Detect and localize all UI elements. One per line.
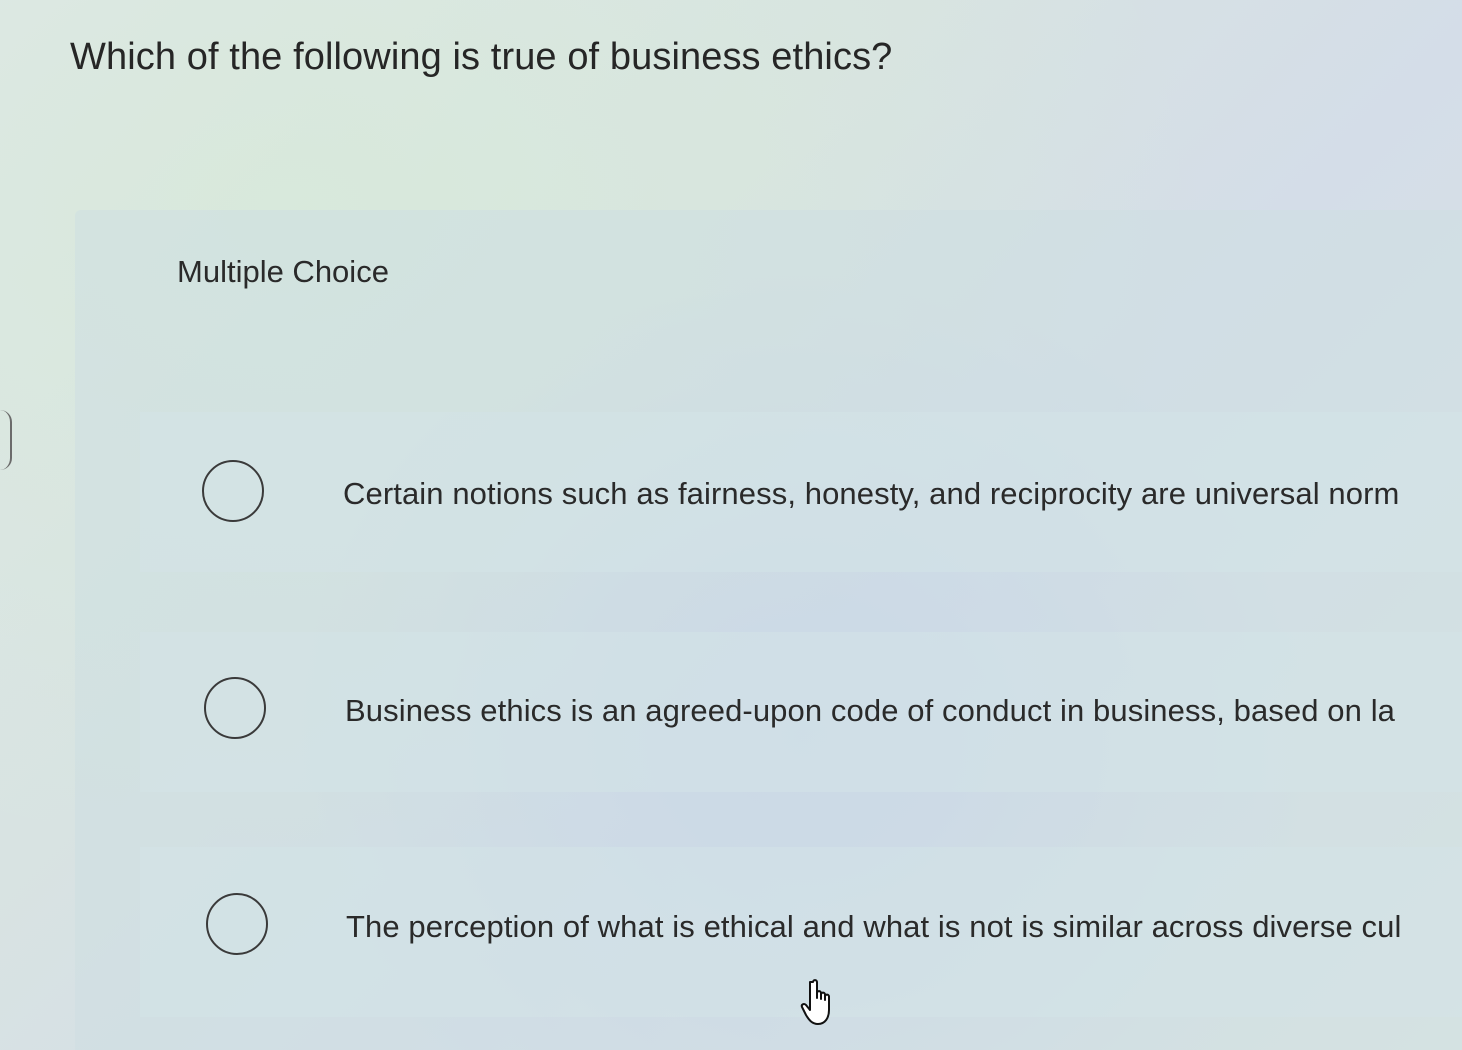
left-edge-handle — [0, 410, 12, 470]
hand-pointer-icon — [800, 979, 830, 1025]
answer-option-label[interactable]: The perception of what is ethical and wh… — [346, 909, 1401, 945]
answer-option-1[interactable]: Certain notions such as fairness, honest… — [140, 412, 1462, 572]
question-type-label: Multiple Choice — [177, 254, 389, 289]
question-text: Which of the following is true of busine… — [70, 36, 893, 78]
answer-option-2[interactable]: Business ethics is an agreed-upon code o… — [140, 632, 1462, 792]
radio-circle-icon[interactable] — [202, 460, 264, 522]
radio-circle-icon[interactable] — [204, 677, 266, 739]
answer-option-label[interactable]: Business ethics is an agreed-upon code o… — [345, 693, 1395, 729]
answer-option-label[interactable]: Certain notions such as fairness, honest… — [343, 476, 1399, 512]
radio-circle-icon[interactable] — [206, 893, 268, 955]
answer-options: Certain notions such as fairness, honest… — [140, 410, 1462, 1050]
